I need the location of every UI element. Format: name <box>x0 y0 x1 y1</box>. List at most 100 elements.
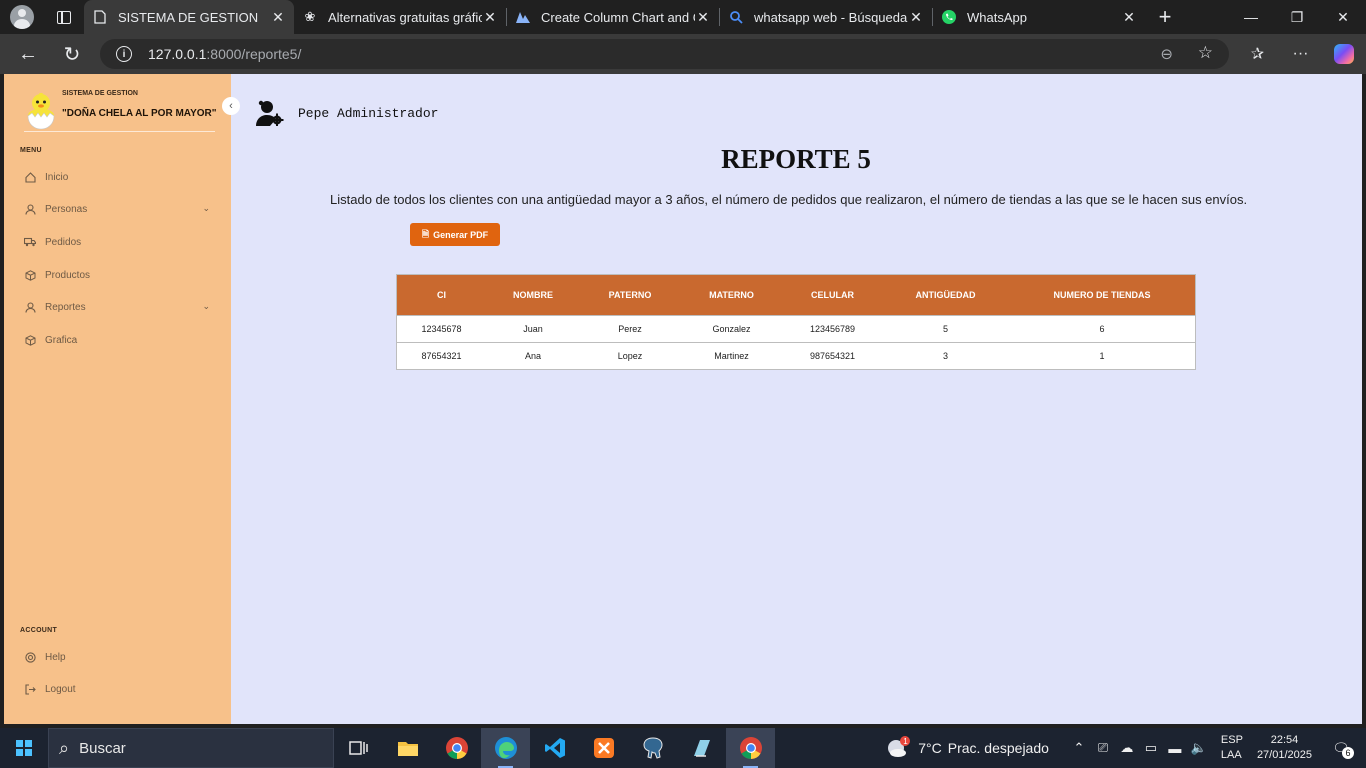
chrome-button[interactable] <box>432 728 481 768</box>
search-icon <box>728 9 744 25</box>
chrome-active-button[interactable] <box>726 728 775 768</box>
reload-icon[interactable]: ↻ <box>50 34 94 74</box>
account-heading: ACCOUNT <box>20 627 58 634</box>
new-tab-button[interactable]: + <box>1145 0 1185 34</box>
tab-whatsapp[interactable]: WhatsApp ✕ <box>933 0 1145 34</box>
zoom-icon[interactable]: ⊖ <box>1160 45 1173 63</box>
copilot-button[interactable] <box>1322 34 1365 74</box>
system-tray: 1 7°C Prac. despejado ⌃ ⎚ ☁ ▭ ▬ 🔈 ESP LA… <box>886 728 1366 768</box>
language-indicator[interactable]: ESP LAA <box>1221 733 1243 763</box>
cell-ci: 12345678 <box>397 314 486 342</box>
browser-toolbar: ← ↻ i 127.0.0.1:8000/reporte5/ ⊖ ☆ ✰ ··· <box>0 34 1366 74</box>
restore-icon[interactable]: ❐ <box>1274 0 1320 34</box>
postgres-button[interactable] <box>628 728 677 768</box>
windows-taskbar: ⌕ Buscar 1 7°C Prac. despejado ⌃ ⎚ <box>0 728 1366 768</box>
page-icon <box>92 9 108 25</box>
tab-close-icon[interactable]: ✕ <box>1121 9 1137 26</box>
taskbar-search-text: Buscar <box>79 739 126 757</box>
onedrive-icon[interactable]: ☁ <box>1115 740 1139 756</box>
table-header-row: CI NOMBRE PATERNO MATERNO CELULAR ANTIGÜ… <box>397 275 1195 315</box>
clock-date: 27/01/2025 <box>1256 749 1312 761</box>
sidebar-item-pedidos[interactable]: Pedidos <box>24 231 214 253</box>
tab-close-icon[interactable]: ✕ <box>482 9 498 26</box>
cell-numero-tiendas: 6 <box>1009 314 1195 342</box>
openai-icon: ❀ <box>304 9 316 24</box>
sidebar-item-grafica[interactable]: Grafica <box>24 329 214 351</box>
volume-icon[interactable]: 🔈 <box>1187 740 1211 756</box>
app-button[interactable] <box>677 728 726 768</box>
sidebar-item-productos[interactable]: Productos <box>24 264 214 286</box>
chevron-down-icon: ⌄ <box>202 203 210 213</box>
chart-site-icon <box>515 9 531 25</box>
start-button[interactable] <box>0 728 48 768</box>
weather-temp: 7°C <box>918 740 942 756</box>
tab-sistema-gestion[interactable]: SISTEMA DE GESTION ✕ <box>84 0 294 34</box>
address-bar[interactable]: i 127.0.0.1:8000/reporte5/ ⊖ ☆ <box>100 39 1229 69</box>
brand-name: "DOÑA CHELA AL POR MAYOR" <box>62 108 217 119</box>
tab-close-icon[interactable]: ✕ <box>695 9 711 26</box>
report-description: Listado de todos los clientes con una an… <box>330 192 1248 207</box>
chevron-left-icon: ‹ <box>229 100 233 112</box>
windows-logo-icon <box>16 740 32 756</box>
user-header: Pepe Administrador <box>256 100 438 126</box>
display-icon[interactable]: ▭ <box>1139 740 1163 756</box>
window-controls: — ❐ ✕ <box>1228 0 1366 34</box>
box-icon <box>24 334 36 346</box>
tab-actions-button[interactable] <box>44 0 84 34</box>
tab-label: SISTEMA DE GESTION <box>118 9 259 25</box>
sidebar-item-label: Personas <box>45 203 88 215</box>
sidebar-item-reportes[interactable]: Reportes ⌄ <box>24 296 214 318</box>
weather-widget[interactable]: 1 7°C Prac. despejado <box>886 736 1049 760</box>
tray-icons: ⌃ ⎚ ☁ ▭ ▬ 🔈 <box>1067 740 1211 756</box>
page-viewport: SISTEMA DE GESTION "DOÑA CHELA AL POR MA… <box>4 74 1362 724</box>
generate-pdf-button[interactable]: 🗎 Generar PDF <box>410 223 500 246</box>
sidebar-item-label: Productos <box>45 269 91 281</box>
favorites-icon[interactable]: ✰ <box>1236 34 1279 74</box>
sidebar-item-logout[interactable]: Logout <box>24 678 214 700</box>
tab-actions-icon <box>57 10 71 24</box>
chrome-icon <box>445 737 468 759</box>
close-window-icon[interactable]: ✕ <box>1320 0 1366 34</box>
sidebar-item-help[interactable]: Help <box>24 646 214 668</box>
vscode-button[interactable] <box>530 728 579 768</box>
file-icon: 🗎 <box>421 228 430 239</box>
box-icon <box>24 269 36 281</box>
clock[interactable]: 22:54 27/01/2025 <box>1257 733 1312 763</box>
cell-antiguedad: 5 <box>882 314 1009 342</box>
taskbar-search[interactable]: ⌕ Buscar <box>48 728 334 768</box>
xampp-button[interactable] <box>579 728 628 768</box>
notification-center-button[interactable]: 🗨 6 <box>1326 740 1356 759</box>
cell-numero-tiendas: 1 <box>1009 341 1195 369</box>
column-header-nombre: NOMBRE <box>486 275 580 315</box>
more-menu-icon[interactable]: ··· <box>1279 34 1322 74</box>
sidebar-item-personas[interactable]: Personas ⌄ <box>24 198 214 220</box>
favorite-star-icon[interactable]: ☆ <box>1198 43 1213 63</box>
cell-ci: 87654321 <box>397 341 486 369</box>
cell-paterno: Perez <box>580 314 680 342</box>
minimize-icon[interactable]: — <box>1228 0 1274 34</box>
tab-whatsapp-busqueda[interactable]: whatsapp web - Búsqueda ✕ <box>720 0 932 34</box>
browser-tab-strip: SISTEMA DE GESTION ✕ ❀ Alternativas grat… <box>0 0 1366 34</box>
copilot-icon <box>1333 44 1354 64</box>
sidebar-collapse-button[interactable]: ‹ <box>222 97 240 115</box>
tab-close-icon[interactable]: ✕ <box>908 9 924 26</box>
battery-icon[interactable]: ▬ <box>1163 741 1187 756</box>
tab-label: WhatsApp <box>967 9 1027 25</box>
chrome-icon <box>739 737 762 759</box>
profile-button[interactable] <box>0 0 44 34</box>
cell-antiguedad: 3 <box>882 341 1009 369</box>
chevron-up-icon[interactable]: ⌃ <box>1067 740 1091 756</box>
tab-create-column-chart[interactable]: Create Column Chart and Gr ✕ <box>507 0 719 34</box>
task-view-button[interactable] <box>334 728 383 768</box>
site-info-icon[interactable]: i <box>116 46 132 62</box>
tab-alternativas[interactable]: ❀ Alternativas gratuitas gráfica ✕ <box>294 0 506 34</box>
column-header-paterno: PATERNO <box>580 275 680 315</box>
chevron-down-icon: ⌄ <box>202 301 210 311</box>
back-icon[interactable]: ← <box>6 34 50 74</box>
edge-button[interactable] <box>481 728 530 768</box>
xampp-icon <box>593 738 614 758</box>
meet-now-icon[interactable]: ⎚ <box>1091 740 1115 756</box>
file-explorer-button[interactable] <box>383 728 432 768</box>
column-header-materno: MATERNO <box>680 275 783 315</box>
tab-close-icon[interactable]: ✕ <box>270 9 286 26</box>
